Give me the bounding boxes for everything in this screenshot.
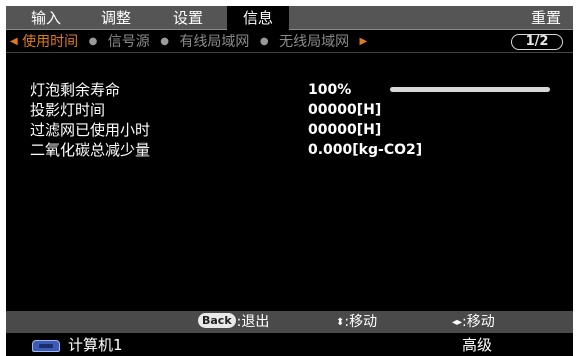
lamp-hours-label: 投影灯时间 bbox=[30, 101, 106, 119]
projector-menu-screen: 输入 调整 设置 信息 重置 ◀ 使用时间 ● 信号源 ● 有线局域网 ● 无线… bbox=[6, 6, 573, 356]
help-updown-text: :移动 bbox=[344, 314, 378, 330]
bullet-icon: ● bbox=[259, 36, 269, 47]
tab-settings[interactable]: 设置 bbox=[162, 6, 214, 30]
help-leftright-text: :移动 bbox=[462, 314, 495, 330]
help-bar: Back:退出 ⬍:移动 ◂▸:移动 bbox=[6, 311, 573, 333]
source-mode: 高级 bbox=[462, 336, 493, 354]
subtab-usage-time[interactable]: 使用时间 bbox=[22, 34, 78, 50]
filter-hours-label: 过滤网已使用小时 bbox=[30, 121, 151, 139]
source-bar: 计算机1 高级 bbox=[6, 333, 573, 356]
page-indicator: 1/2 bbox=[511, 34, 563, 50]
lamp-life-label: 灯泡剩余寿命 bbox=[30, 81, 121, 99]
info-row-filter-hours: 过滤网已使用小时 00000[H] bbox=[30, 120, 570, 140]
lamp-hours-value: 00000[H] bbox=[308, 102, 382, 118]
bullet-icon: ● bbox=[160, 36, 169, 47]
filter-hours-value: 00000[H] bbox=[308, 122, 382, 138]
computer-monitor-icon bbox=[32, 340, 60, 352]
source-label: 计算机1 bbox=[68, 336, 123, 354]
sub-tab-row: ◀ 使用时间 ● 信号源 ● 有线局域网 ● 无线局域网 ▶ 1/2 bbox=[6, 31, 573, 53]
reset-button[interactable]: 重置 bbox=[531, 6, 561, 30]
bullet-icon: ● bbox=[88, 36, 98, 47]
sub-tab-list: ◀ 使用时间 ● 信号源 ● 有线局域网 ● 无线局域网 ▶ bbox=[10, 31, 367, 53]
help-back: Back:退出 bbox=[198, 311, 269, 333]
tab-adjust[interactable]: 调整 bbox=[90, 6, 142, 30]
help-back-text: :退出 bbox=[236, 314, 270, 330]
arrow-left-icon[interactable]: ◀ bbox=[10, 36, 18, 47]
co2-reduction-value: 0.000[kg-CO2] bbox=[308, 142, 423, 158]
arrow-right-icon[interactable]: ▶ bbox=[360, 36, 368, 47]
info-row-lamp-life: 灯泡剩余寿命 100% bbox=[30, 80, 570, 100]
subtab-wired-lan[interactable]: 有线局域网 bbox=[179, 34, 249, 50]
lamp-life-value: 100% bbox=[308, 82, 352, 98]
main-tab-bar: 输入 调整 设置 信息 重置 bbox=[6, 6, 573, 31]
info-row-co2-reduction: 二氧化碳总减少量 0.000[kg-CO2] bbox=[30, 140, 570, 160]
info-row-lamp-hours: 投影灯时间 00000[H] bbox=[30, 100, 570, 120]
lamp-life-bar bbox=[390, 87, 550, 92]
left-right-arrow-icon: ◂▸ bbox=[452, 317, 463, 328]
subtab-wireless-lan[interactable]: 无线局域网 bbox=[279, 34, 349, 50]
help-updown: ⬍:移动 bbox=[336, 311, 377, 333]
help-leftright: ◂▸:移动 bbox=[452, 311, 495, 333]
back-key-icon: Back bbox=[198, 313, 236, 328]
co2-reduction-label: 二氧化碳总减少量 bbox=[30, 141, 151, 159]
subtab-signal-source[interactable]: 信号源 bbox=[108, 34, 150, 50]
tab-information[interactable]: 信息 bbox=[227, 6, 289, 31]
tab-input[interactable]: 输入 bbox=[20, 6, 72, 30]
